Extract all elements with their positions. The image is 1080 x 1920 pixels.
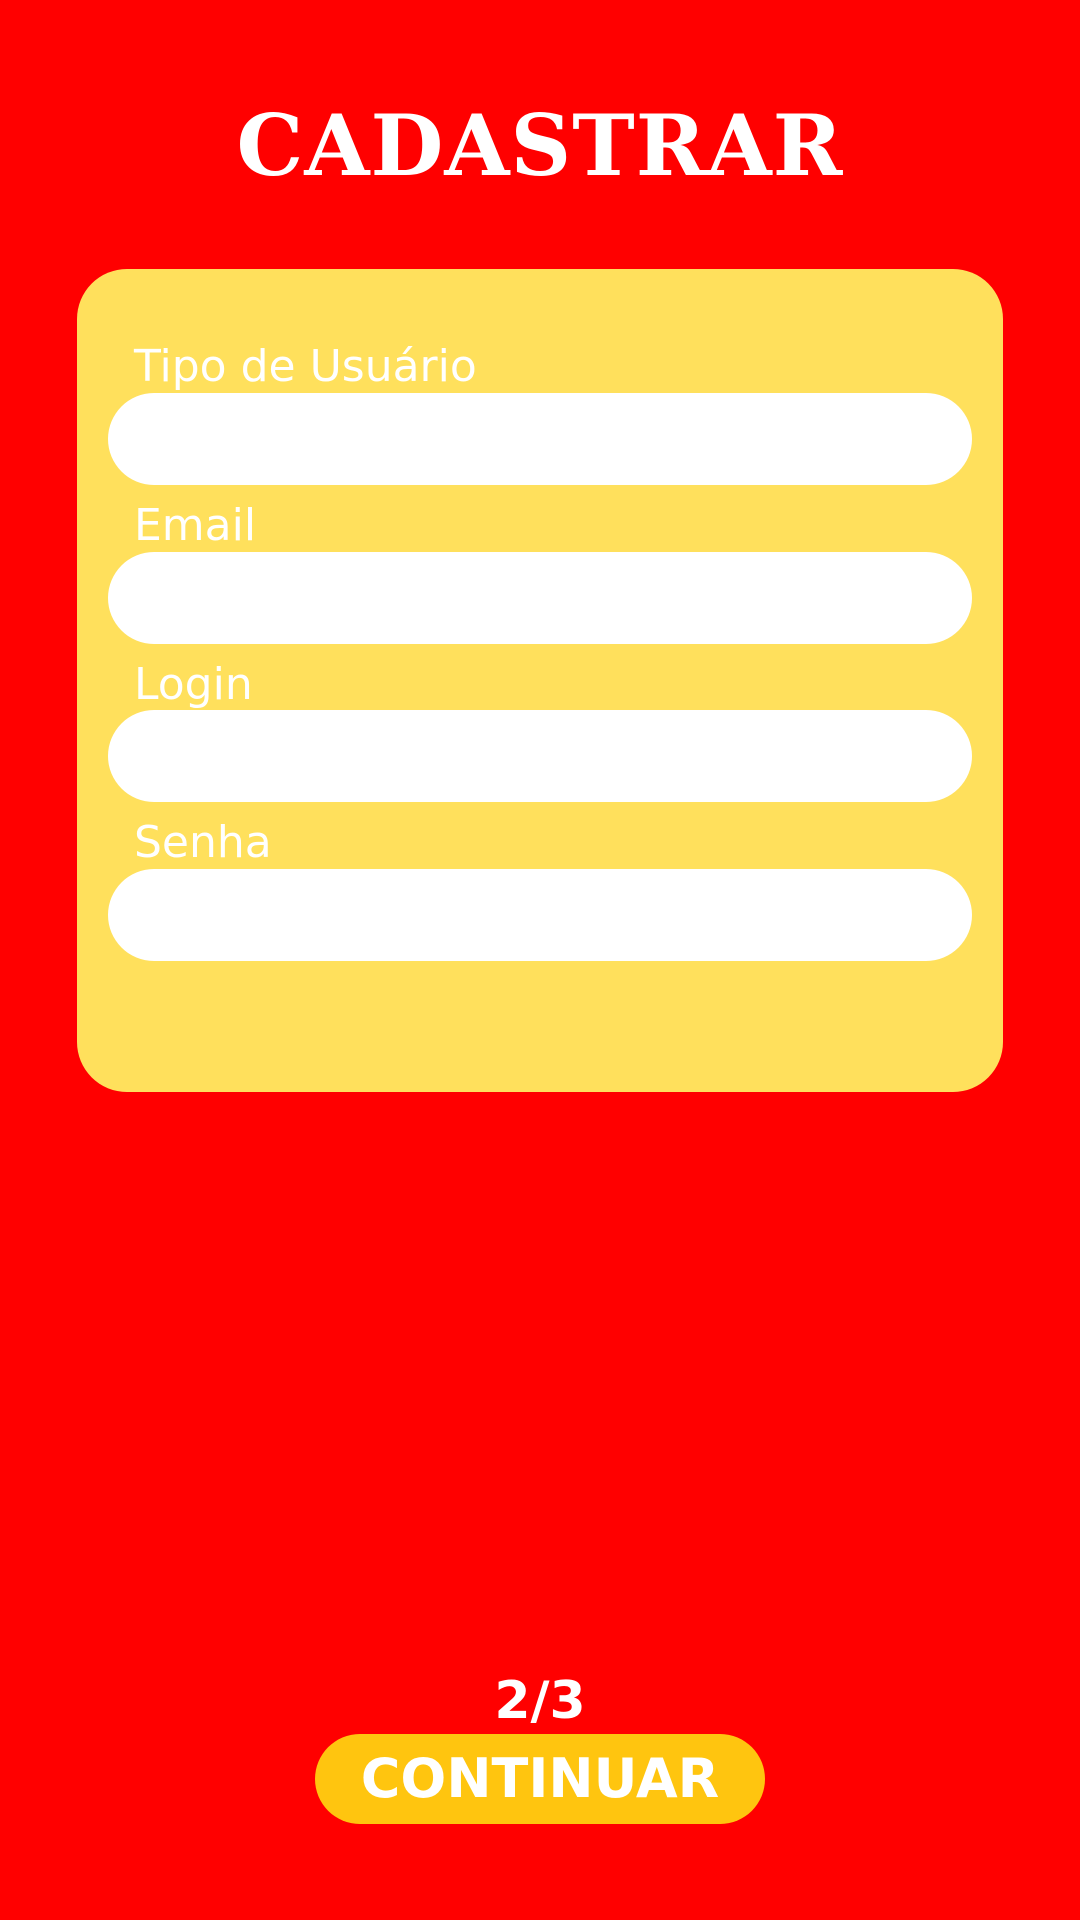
- step-indicator: 2/3: [494, 1671, 586, 1731]
- password-label: Senha: [134, 817, 272, 868]
- email-label: Email: [134, 500, 257, 551]
- user-type-label: Tipo de Usuário: [134, 341, 477, 392]
- user-type-field[interactable]: [108, 393, 972, 485]
- continue-button[interactable]: CONTINUAR: [315, 1734, 765, 1824]
- login-field[interactable]: [108, 710, 972, 802]
- password-field[interactable]: [108, 869, 972, 961]
- registration-form-card: Tipo de Usuário Email Login Senha: [77, 269, 1003, 1092]
- login-label: Login: [134, 659, 253, 710]
- email-field[interactable]: [108, 552, 972, 644]
- page-title: CADASTRAR: [236, 96, 844, 195]
